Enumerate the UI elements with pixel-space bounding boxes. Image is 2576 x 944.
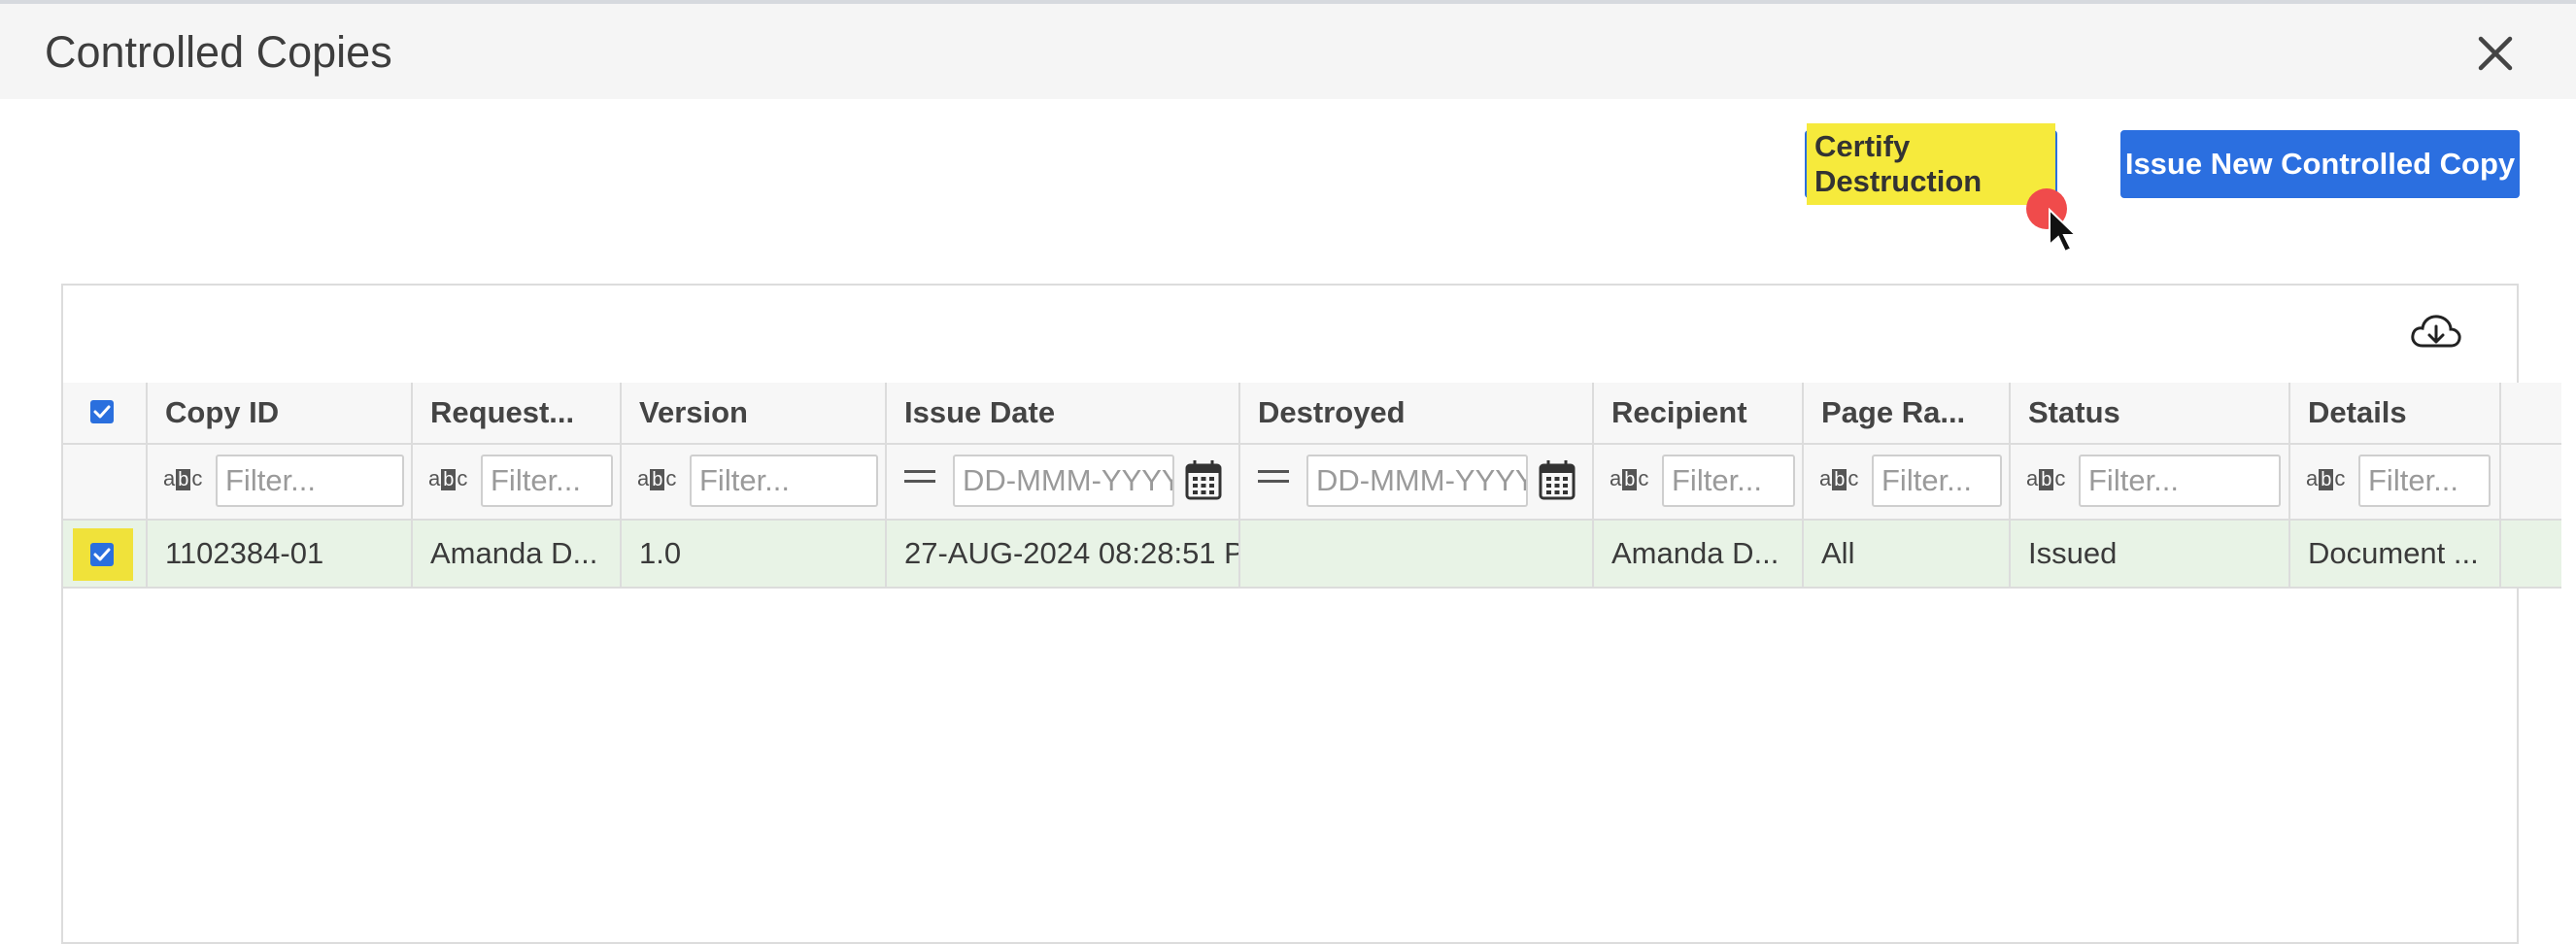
select-all-checkbox[interactable]	[90, 400, 114, 423]
filter-input-recipient[interactable]: Filter...	[1662, 455, 1795, 507]
equals-operator-icon[interactable]	[1258, 470, 1289, 484]
filter-input-issue-date[interactable]: DD-MMM-YYYY	[953, 455, 1174, 507]
column-header-copy-id[interactable]: Copy ID	[148, 383, 413, 443]
dialog-title: Controlled Copies	[45, 27, 392, 77]
cell-recipient: Amanda D...	[1594, 521, 1804, 587]
dialog-header: Controlled Copies	[0, 4, 2576, 99]
certify-destruction-label: Certify Destruction	[1807, 123, 2055, 205]
close-icon[interactable]	[2469, 27, 2522, 80]
filter-cell-copy-id: abc Filter...	[148, 445, 413, 519]
row-checkbox[interactable]	[90, 543, 114, 566]
cell-requested-by: Amanda D...	[413, 521, 622, 587]
calendar-icon[interactable]	[1184, 458, 1223, 501]
filter-input-destroyed[interactable]: DD-MMM-YYYY	[1306, 455, 1528, 507]
issue-new-controlled-copy-button[interactable]: Issue New Controlled Copy	[2120, 130, 2520, 198]
filter-input-details[interactable]: Filter...	[2358, 455, 2491, 507]
cell-version: 1.0	[622, 521, 887, 587]
column-header-recipient[interactable]: Recipient	[1594, 383, 1804, 443]
select-all-cell	[63, 383, 148, 443]
certify-destruction-button[interactable]: Certify Destruction	[1805, 123, 2057, 205]
column-header-destroyed[interactable]: Destroyed	[1240, 383, 1594, 443]
column-header-requested-by[interactable]: Request...	[413, 383, 622, 443]
equals-operator-icon[interactable]	[904, 470, 935, 484]
filter-cell-version: abc Filter...	[622, 445, 887, 519]
column-header-version[interactable]: Version	[622, 383, 887, 443]
column-header-details[interactable]: Details	[2290, 383, 2501, 443]
cell-copy-id: 1102384-01	[148, 521, 413, 587]
filter-input-copy-id[interactable]: Filter...	[216, 455, 404, 507]
filter-cell-issue-date: DD-MMM-YYYY	[887, 445, 1240, 519]
mouse-pointer-icon	[2049, 208, 2079, 253]
filter-cell-requested-by: abc Filter...	[413, 445, 622, 519]
text-filter-icon[interactable]: abc	[637, 466, 676, 499]
filter-cell-page-range: abc Filter...	[1804, 445, 2011, 519]
text-filter-icon[interactable]: abc	[1610, 466, 1648, 499]
filter-cell-details: abc Filter...	[2290, 445, 2501, 519]
text-filter-icon[interactable]: abc	[2306, 466, 2345, 499]
filter-spacer-cell	[63, 445, 148, 519]
text-filter-icon[interactable]: abc	[1819, 466, 1858, 499]
cell-page-range: All	[1804, 521, 2011, 587]
table-row[interactable]: 1102384-01 Amanda D... 1.0 27-AUG-2024 0…	[63, 521, 2561, 589]
controlled-copies-grid: Copy ID Request... Version Issue Date De…	[61, 284, 2561, 944]
cell-status: Issued	[2011, 521, 2290, 587]
grid-toolbar	[63, 286, 2517, 385]
filter-input-requested-by[interactable]: Filter...	[481, 455, 613, 507]
row-select-cell	[63, 521, 148, 587]
grid-filter-row: abc Filter... abc Filter... abc Filter..…	[63, 445, 2561, 521]
cloud-download-icon[interactable]	[2409, 311, 2463, 355]
column-header-page-range[interactable]: Page Ra...	[1804, 383, 2011, 443]
filter-cell-destroyed: DD-MMM-YYYY	[1240, 445, 1594, 519]
cell-details: Document ...	[2290, 521, 2501, 587]
text-filter-icon[interactable]: abc	[428, 466, 467, 499]
calendar-icon[interactable]	[1538, 458, 1576, 501]
column-header-status[interactable]: Status	[2011, 383, 2290, 443]
filter-input-page-range[interactable]: Filter...	[1872, 455, 2002, 507]
filter-cell-recipient: abc Filter...	[1594, 445, 1804, 519]
filter-input-version[interactable]: Filter...	[690, 455, 878, 507]
cell-destroyed	[1240, 521, 1594, 587]
column-header-issue-date[interactable]: Issue Date	[887, 383, 1240, 443]
filter-input-status[interactable]: Filter...	[2079, 455, 2281, 507]
cell-issue-date: 27-AUG-2024 08:28:51 P	[887, 521, 1240, 587]
filter-cell-status: abc Filter...	[2011, 445, 2290, 519]
text-filter-icon[interactable]: abc	[2026, 466, 2065, 499]
grid-header-row: Copy ID Request... Version Issue Date De…	[63, 383, 2561, 445]
text-filter-icon[interactable]: abc	[163, 466, 202, 499]
